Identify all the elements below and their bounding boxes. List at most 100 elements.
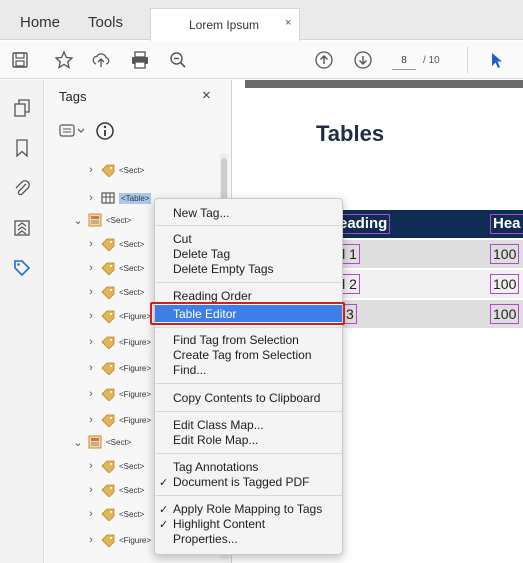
close-icon[interactable]: × [202,87,211,104]
tag-tree-row[interactable]: › <Sect> [85,456,144,476]
tab-tools[interactable]: Tools [88,14,123,31]
tag-label: <Sect> [119,485,145,495]
chevron-down-icon[interactable]: ⌄ [72,214,84,227]
menu-item-edit-class-map[interactable]: Edit Class Map... [173,418,264,432]
section-tag-icon [88,213,102,227]
chevron-right-icon[interactable]: › [85,336,97,348]
zoom-out-icon[interactable] [168,50,188,70]
chevron-right-icon[interactable]: › [85,414,97,426]
tag-label: <Table> [119,192,152,204]
menu-divider [155,282,342,283]
tag-label: <Figure> [119,337,152,347]
info-icon[interactable] [95,121,117,141]
page-title: Tables [316,121,385,146]
tag-icon [101,238,115,251]
tag-tree-row[interactable]: › <Figure> [85,410,151,430]
menu-item-apply-role-mapping[interactable]: Apply Role Mapping to Tags [173,502,322,516]
menu-item-delete-tag[interactable]: Delete Tag [173,247,230,261]
menu-divider [155,383,342,384]
tag-icon [101,362,115,375]
tags-panel-tools [59,121,114,146]
tab-document-label: Lorem Ipsum [189,18,260,32]
page-edge [245,80,523,88]
chevron-down-icon[interactable]: ⌄ [72,436,84,449]
chevron-right-icon[interactable]: › [85,388,97,400]
toolbar-divider [467,47,468,73]
tag-label: <Sect> [119,263,145,273]
tag-icon [101,534,115,547]
chevron-right-icon[interactable]: › [85,508,97,520]
chevron-right-icon[interactable]: › [85,362,97,374]
table-tag-icon [101,192,115,204]
navigation-rail [0,80,44,563]
menu-item-new-tag[interactable]: New Tag... [173,206,229,220]
print-icon[interactable] [130,50,150,70]
select-cursor-icon[interactable] [486,50,506,70]
menu-item-tag-annotations[interactable]: Tag Annotations [173,460,258,474]
chevron-right-icon[interactable]: › [85,262,97,274]
tag-tree-row[interactable]: › <Figure> [85,306,151,326]
tag-tree-row[interactable]: › <Table> [85,188,152,208]
tag-label: <Figure> [119,389,152,399]
tag-tree-row[interactable]: › <Sect> [85,234,144,254]
table-header-cell: Hea [490,214,523,234]
menu-item-edit-role-map[interactable]: Edit Role Map... [173,433,258,447]
table-cell: 100 [490,244,520,264]
menu-item-copy-contents[interactable]: Copy Contents to Clipboard [173,391,320,405]
menu-item-document-is-tagged[interactable]: Document is Tagged PDF [173,475,310,489]
tab-document[interactable]: Lorem Ipsum × [150,8,300,41]
menu-item-create-tag-from-selection[interactable]: Create Tag from Selection [173,348,312,362]
tag-tree-row[interactable]: › <Figure> [85,530,151,550]
next-page-icon[interactable] [353,50,373,70]
menu-item-delete-empty-tags[interactable]: Delete Empty Tags [173,262,274,276]
menu-item-reading-order[interactable]: Reading Order [173,289,252,303]
table-header-cell: eading [336,214,391,234]
tag-icon [101,164,115,177]
chevron-right-icon[interactable]: › [85,164,97,176]
menu-item-cut[interactable]: Cut [173,232,192,246]
checkmark-icon: ✓ [159,519,169,531]
tag-icon [101,508,115,521]
chevron-right-icon[interactable]: › [85,192,97,204]
page-number-input[interactable]: 8 [392,52,416,70]
tags-icon[interactable] [12,258,32,278]
tag-tree-row[interactable]: › <Sect> [85,480,144,500]
layers-icon[interactable] [12,218,32,238]
tag-label: <Sect> [106,437,132,447]
menu-item-find-tag-from-selection[interactable]: Find Tag from Selection [173,333,299,347]
callout-frame [150,302,345,325]
tag-tree-row[interactable]: › <Sect> [85,504,144,524]
tag-tree-row[interactable]: › <Figure> [85,332,151,352]
tag-tree-row[interactable]: ⌄ <Sect> [72,210,131,230]
chevron-right-icon[interactable]: › [85,534,97,546]
page-thumbnails-icon[interactable] [12,98,32,118]
save-icon[interactable] [10,50,30,70]
tab-close-icon[interactable]: × [285,17,291,29]
previous-page-icon[interactable] [314,50,334,70]
chevron-right-icon[interactable]: › [85,238,97,250]
chevron-right-icon[interactable]: › [85,286,97,298]
tag-icon [101,388,115,401]
bookmark-star-icon[interactable] [54,50,74,70]
menu-item-properties[interactable]: Properties... [173,532,238,546]
tag-tree-row[interactable]: › <Figure> [85,384,151,404]
chevron-right-icon[interactable]: › [85,460,97,472]
tag-tree-row[interactable]: ⌄ <Sect> [72,432,131,452]
checkmark-icon: ✓ [159,504,169,516]
tab-home[interactable]: Home [20,14,60,31]
tag-tree-row[interactable]: › <Sect> [85,160,144,180]
menu-item-find[interactable]: Find... [173,363,206,377]
attachment-icon[interactable] [12,178,32,198]
menu-item-highlight-content[interactable]: Highlight Content [173,517,265,531]
tag-tree-row[interactable]: › <Sect> [85,258,144,278]
tag-tree-row[interactable]: › <Figure> [85,358,151,378]
tag-tree-row[interactable]: › <Sect> [85,282,144,302]
bookmark-icon[interactable] [12,138,32,158]
tag-label: <Figure> [119,415,152,425]
upload-cloud-icon[interactable] [91,50,111,70]
table-cell: 100 [490,274,520,294]
chevron-right-icon[interactable]: › [85,310,97,322]
table-cell: 100 [490,304,520,324]
tag-label: <Figure> [119,363,152,373]
chevron-right-icon[interactable]: › [85,484,97,496]
